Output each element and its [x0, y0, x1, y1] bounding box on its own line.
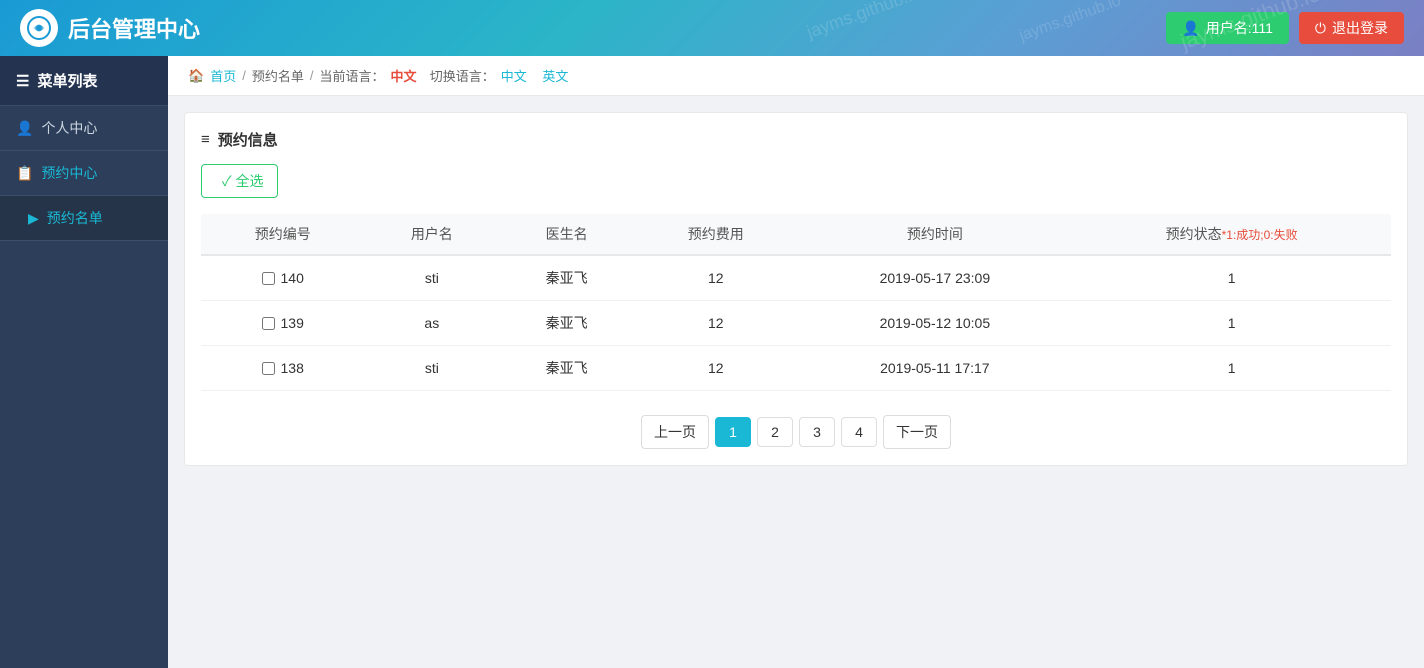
- sidebar-label-list: 预约名单: [47, 208, 103, 228]
- page-3-button[interactable]: 3: [799, 417, 835, 447]
- next-page-button[interactable]: 下一页: [883, 415, 951, 449]
- page-2-button[interactable]: 2: [757, 417, 793, 447]
- breadcrumb-sep1: /: [242, 68, 246, 83]
- user-icon: 👤: [1182, 20, 1199, 37]
- pagination: 上一页 1 2 3 4 下一页: [201, 415, 1391, 449]
- layout: ☰ 菜单列表 👤 个人中心 📋 预约中心 ▶ 预约名单 🏠 首页 / 预约名单 …: [0, 56, 1424, 668]
- select-all-label: ✓ 全选: [222, 171, 263, 191]
- sidebar-title: 菜单列表: [37, 70, 97, 91]
- table-header: 预约编号 用户名 医生名 预约费用 预约时间 预约状态*1:成功;0:失败: [201, 214, 1391, 255]
- col-time: 预约时间: [797, 214, 1072, 255]
- menu-icon: ☰: [16, 72, 29, 90]
- cell-fee-0: 12: [634, 255, 797, 301]
- header: jayms.github.io jayms.github.io jayms.gi…: [0, 0, 1424, 56]
- breadcrumb: 🏠 首页 / 预约名单 / 当前语言： 中文 切换语言： 中文 英文: [168, 56, 1424, 96]
- home-icon: 🏠: [188, 68, 204, 84]
- cell-doctor-2: 秦亚飞: [499, 346, 634, 391]
- header-actions: 👤 用户名:111 ⏻ 退出登录: [1166, 12, 1404, 44]
- card-title-text: 预约信息: [218, 129, 278, 150]
- col-fee: 预约费用: [634, 214, 797, 255]
- breadcrumb-list: 预约名单: [252, 66, 304, 85]
- watermark-text-2: jayms.github.io: [1017, 0, 1123, 46]
- cell-status-1: 1: [1072, 301, 1391, 346]
- col-status: 预约状态*1:成功;0:失败: [1072, 214, 1391, 255]
- cell-time-2: 2019-05-11 17:17: [797, 346, 1072, 391]
- lang-zh[interactable]: 中文: [501, 66, 527, 85]
- power-icon: ⏻: [1315, 20, 1326, 37]
- header-logo: 后台管理中心: [20, 9, 200, 47]
- clipboard-icon: 📋: [16, 165, 33, 182]
- header-title: 后台管理中心: [68, 12, 200, 44]
- logout-button[interactable]: ⏻ 退出登录: [1299, 12, 1404, 44]
- sidebar-item-personal[interactable]: 👤 个人中心: [0, 106, 168, 151]
- user-button[interactable]: 👤 用户名:111: [1166, 12, 1289, 44]
- cell-username-1: as: [364, 301, 499, 346]
- sidebar-label-personal: 个人中心: [41, 118, 97, 138]
- cell-id-1: 139: [201, 301, 364, 346]
- row-checkbox-1[interactable]: [262, 317, 275, 330]
- switch-prefix: 切换语言：: [423, 66, 495, 85]
- table-row: 139 as 秦亚飞 12 2019-05-12 10:05 1: [201, 301, 1391, 346]
- cell-status-2: 1: [1072, 346, 1391, 391]
- row-checkbox-label-1[interactable]: 139: [213, 315, 352, 331]
- row-checkbox-0[interactable]: [262, 272, 275, 285]
- sidebar-item-appointment-list[interactable]: ▶ 预约名单: [0, 196, 168, 241]
- sidebar-label-appointment: 预约中心: [41, 163, 97, 183]
- appointment-table: 预约编号 用户名 医生名 预约费用 预约时间 预约状态*1:成功;0:失败: [201, 214, 1391, 391]
- cell-username-0: sti: [364, 255, 499, 301]
- cell-doctor-0: 秦亚飞: [499, 255, 634, 301]
- cell-status-0: 1: [1072, 255, 1391, 301]
- main-content: 🏠 首页 / 预约名单 / 当前语言： 中文 切换语言： 中文 英文 预约信息 …: [168, 56, 1424, 668]
- col-id: 预约编号: [201, 214, 364, 255]
- person-icon: 👤: [16, 120, 33, 137]
- current-lang-prefix: 当前语言：: [319, 66, 384, 85]
- logout-label: 退出登录: [1332, 18, 1388, 38]
- row-checkbox-label-2[interactable]: 138: [213, 360, 352, 376]
- sidebar-item-appointment[interactable]: 📋 预约中心: [0, 151, 168, 196]
- cell-fee-1: 12: [634, 301, 797, 346]
- cell-time-1: 2019-05-12 10:05: [797, 301, 1072, 346]
- status-note: *1:成功;0:失败: [1222, 228, 1298, 242]
- sidebar-header: ☰ 菜单列表: [0, 56, 168, 106]
- col-doctor: 医生名: [499, 214, 634, 255]
- breadcrumb-home[interactable]: 首页: [210, 66, 236, 85]
- page-1-button[interactable]: 1: [715, 417, 751, 447]
- select-all-button[interactable]: ✓ 全选: [201, 164, 278, 198]
- table-header-row: 预约编号 用户名 医生名 预约费用 预约时间 预约状态*1:成功;0:失败: [201, 214, 1391, 255]
- appointment-card: 预约信息 ✓ 全选 预约编号 用户名 医生名 预约费用 预约时间: [184, 112, 1408, 466]
- lang-sep: [533, 68, 537, 83]
- cell-doctor-1: 秦亚飞: [499, 301, 634, 346]
- cell-id-0: 140: [201, 255, 364, 301]
- table-row: 140 sti 秦亚飞 12 2019-05-17 23:09 1: [201, 255, 1391, 301]
- content-area: 预约信息 ✓ 全选 预约编号 用户名 医生名 预约费用 预约时间: [168, 96, 1424, 482]
- row-checkbox-label-0[interactable]: 140: [213, 270, 352, 286]
- sidebar: ☰ 菜单列表 👤 个人中心 📋 预约中心 ▶ 预约名单: [0, 56, 168, 668]
- logo-icon: [20, 9, 58, 47]
- lang-en[interactable]: 英文: [542, 66, 568, 85]
- cell-fee-2: 12: [634, 346, 797, 391]
- card-title: 预约信息: [201, 129, 1391, 150]
- cell-time-0: 2019-05-17 23:09: [797, 255, 1072, 301]
- col-username: 用户名: [364, 214, 499, 255]
- current-lang: 中文: [390, 66, 416, 85]
- row-checkbox-2[interactable]: [262, 362, 275, 375]
- logo-svg: [26, 15, 52, 41]
- arrow-icon: ▶: [28, 210, 39, 227]
- user-label: 用户名:111: [1206, 18, 1273, 38]
- breadcrumb-sep2: /: [310, 68, 314, 83]
- table-row: 138 sti 秦亚飞 12 2019-05-11 17:17 1: [201, 346, 1391, 391]
- cell-id-2: 138: [201, 346, 364, 391]
- cell-username-2: sti: [364, 346, 499, 391]
- table-body: 140 sti 秦亚飞 12 2019-05-17 23:09 1 139 as…: [201, 255, 1391, 391]
- page-4-button[interactable]: 4: [841, 417, 877, 447]
- watermark-text-3: jayms.github.io: [804, 0, 924, 43]
- prev-page-button[interactable]: 上一页: [641, 415, 709, 449]
